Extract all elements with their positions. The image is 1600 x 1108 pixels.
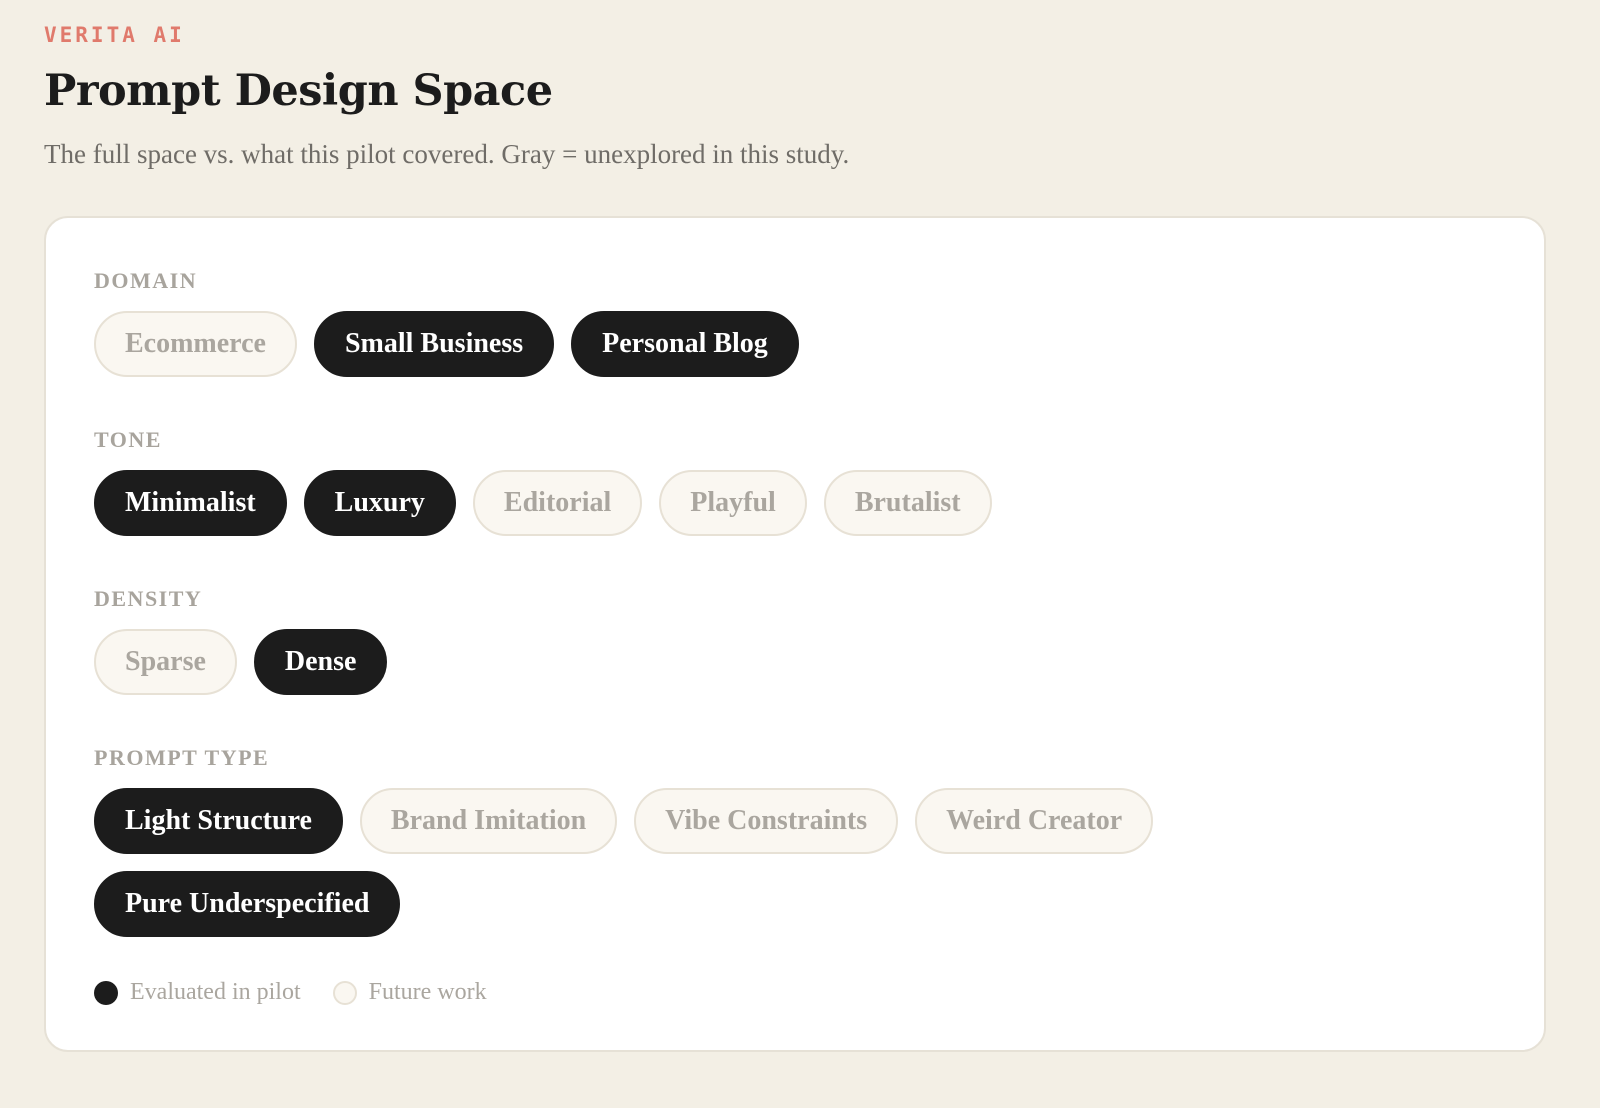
chip-playful[interactable]: Playful	[659, 470, 807, 536]
chip-weird-creator[interactable]: Weird Creator	[915, 788, 1154, 854]
page-header: VERITA AI Prompt Design Space The full s…	[44, 20, 1556, 172]
chip-small-business[interactable]: Small Business	[313, 311, 555, 377]
chip-dense[interactable]: Dense	[253, 629, 388, 695]
chip-editorial[interactable]: Editorial	[472, 470, 643, 536]
legend: Evaluated in pilot Future work	[94, 979, 1544, 1006]
section-prompt-type: PROMPT TYPE Light Structure Brand Imitat…	[94, 745, 1544, 937]
chip-brand-imitation[interactable]: Brand Imitation	[359, 788, 618, 854]
chip-light-structure[interactable]: Light Structure	[94, 788, 343, 854]
section-domain: DOMAIN Ecommerce Small Business Personal…	[94, 268, 1544, 377]
chip-group: Sparse Dense	[94, 629, 1394, 695]
filled-dot-icon	[94, 980, 118, 1005]
legend-item-evaluated: Evaluated in pilot	[94, 979, 301, 1006]
section-label: PROMPT TYPE	[94, 745, 270, 770]
section-label: DENSITY	[94, 586, 203, 611]
design-space-card: DOMAIN Ecommerce Small Business Personal…	[44, 216, 1546, 1052]
chip-group: Ecommerce Small Business Personal Blog	[94, 311, 1394, 377]
page-title: Prompt Design Space	[44, 66, 553, 116]
legend-item-future: Future work	[332, 979, 487, 1006]
section-density: DENSITY Sparse Dense	[94, 586, 1544, 695]
chip-ecommerce[interactable]: Ecommerce	[94, 311, 297, 377]
chip-vibe-constraints[interactable]: Vibe Constraints	[634, 788, 899, 854]
section-label: DOMAIN	[94, 268, 198, 293]
chip-personal-blog[interactable]: Personal Blog	[571, 311, 799, 377]
section-tone: TONE Minimalist Luxury Editorial Playful…	[94, 427, 1544, 536]
brand-label: VERITA AI	[44, 23, 185, 47]
chip-group: Minimalist Luxury Editorial Playful Brut…	[94, 470, 1394, 536]
chip-sparse[interactable]: Sparse	[94, 629, 237, 695]
page-subtitle: The full space vs. what this pilot cover…	[44, 139, 850, 169]
legend-label: Future work	[368, 979, 487, 1005]
chip-brutalist[interactable]: Brutalist	[823, 470, 992, 536]
chip-luxury[interactable]: Luxury	[303, 470, 456, 536]
section-label: TONE	[94, 427, 162, 452]
chip-minimalist[interactable]: Minimalist	[94, 470, 287, 536]
chip-group: Light Structure Brand Imitation Vibe Con…	[94, 788, 1394, 937]
legend-label: Evaluated in pilot	[130, 979, 301, 1005]
hollow-dot-icon	[332, 980, 357, 1005]
chip-pure-underspecified[interactable]: Pure Underspecified	[94, 871, 401, 937]
